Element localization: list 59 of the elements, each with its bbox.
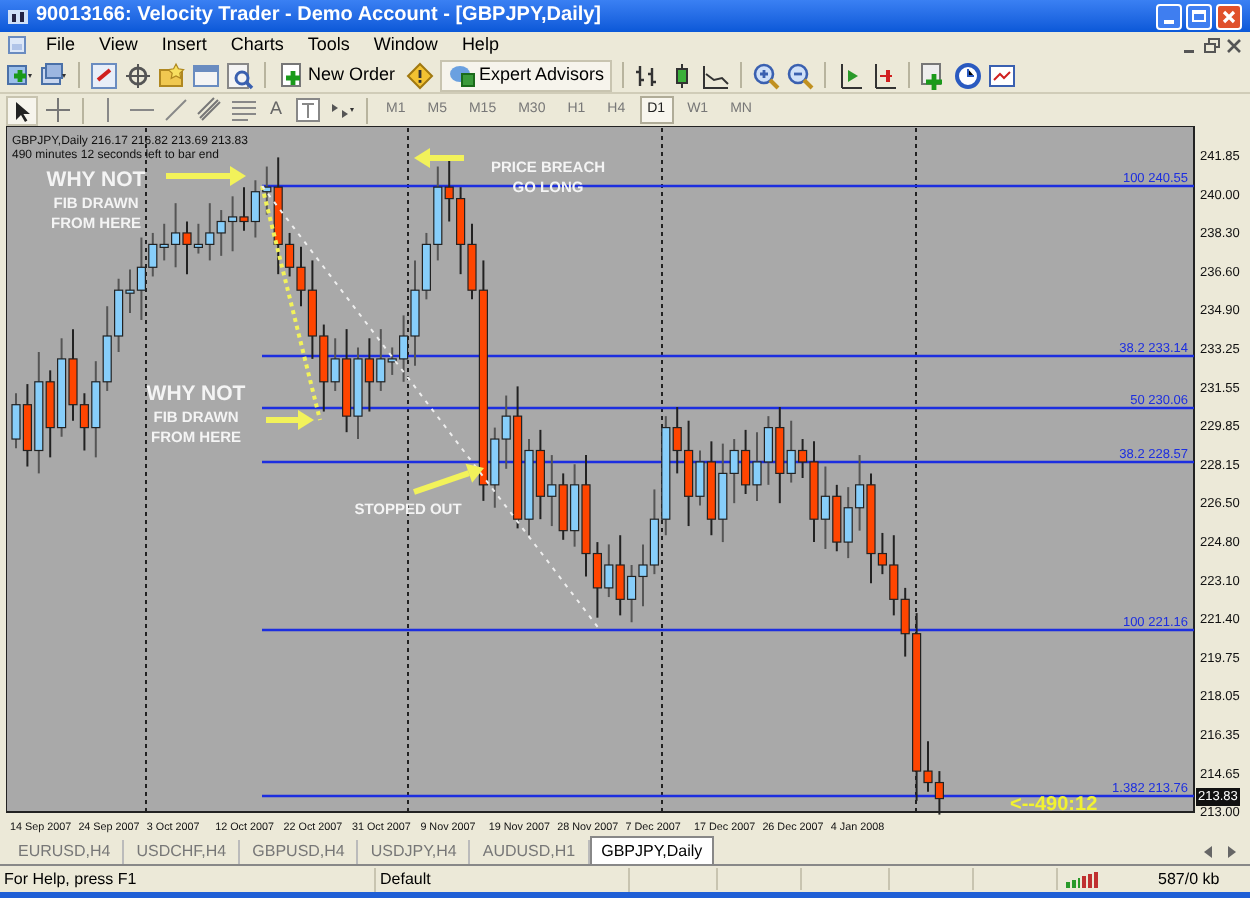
annotation-arrow	[414, 148, 464, 168]
crosshair-icon[interactable]	[44, 96, 72, 124]
trendline-icon[interactable]	[162, 96, 190, 124]
menu-item[interactable]: File	[46, 36, 76, 54]
chart-tab[interactable]: EURUSD,H4	[6, 840, 125, 864]
line-chart-icon[interactable]	[702, 61, 731, 89]
terminal-icon[interactable]	[192, 61, 220, 89]
crosshair-icon[interactable]	[124, 61, 152, 89]
status-text: 587/0 kb	[1158, 867, 1220, 891]
annotation-arrow	[166, 166, 246, 186]
close-icon	[1222, 9, 1236, 23]
menu-item[interactable]: Charts	[230, 36, 284, 54]
annotation-text: WHY NOT	[46, 168, 146, 192]
minimize-button[interactable]	[1156, 3, 1182, 29]
cursor-icon	[13, 99, 31, 121]
folder-star-icon[interactable]	[158, 61, 186, 89]
chart-shift-icon[interactable]	[870, 61, 899, 89]
channel-icon[interactable]	[196, 96, 224, 124]
scroll-right-icon[interactable]	[1226, 846, 1236, 858]
market-watch-icon[interactable]	[90, 61, 118, 89]
menu-item[interactable]: View	[99, 36, 138, 54]
robot-icon	[447, 62, 476, 88]
menu-item[interactable]: Tools	[307, 36, 350, 54]
connection-bars-icon	[1066, 871, 1098, 887]
clock-icon[interactable]	[954, 61, 983, 89]
close-button[interactable]	[1216, 3, 1242, 29]
text-tool[interactable]: A	[264, 96, 288, 124]
chart-tab[interactable]: GBPUSD,H4	[240, 840, 359, 864]
new-order-button[interactable]: New Order	[276, 60, 400, 90]
cursor-button[interactable]	[6, 95, 38, 125]
restore-icon[interactable]	[1204, 37, 1220, 53]
auto-scroll-icon[interactable]	[836, 61, 865, 89]
profiles-icon[interactable]	[40, 61, 68, 89]
tester-icon[interactable]	[226, 61, 254, 89]
menu-item[interactable]: Insert	[161, 36, 207, 54]
close-icon[interactable]	[1226, 37, 1242, 53]
zoom-out-icon[interactable]	[786, 61, 815, 89]
annotation-arrow	[413, 463, 484, 495]
window-title: 90013166: Velocity Trader - Demo Account - [GBPJPY,Daily]	[36, 6, 602, 26]
expert-advisors-button[interactable]: Expert Advisors	[439, 59, 613, 91]
zoom-in-icon[interactable]	[752, 61, 781, 89]
maximize-button[interactable]	[1186, 3, 1212, 29]
new-chart-icon[interactable]	[6, 61, 34, 89]
app-icon	[8, 7, 28, 25]
countdown-text: <--490:12	[1010, 794, 1098, 816]
chart-tab[interactable]: GBPJPY,Daily	[589, 836, 715, 864]
warning-diamond-icon[interactable]	[405, 61, 434, 89]
templates-icon[interactable]	[988, 61, 1017, 89]
fibonacci-icon[interactable]	[230, 96, 258, 124]
menu-item[interactable]: Help	[461, 36, 499, 54]
chart-tab[interactable]: USDJPY,H4	[358, 840, 471, 864]
chart-tab[interactable]: USDCHF,H4	[124, 840, 241, 864]
text-label-icon[interactable]	[294, 96, 322, 124]
menu-item[interactable]: Window	[373, 36, 438, 54]
annotation-text: WHY NOT	[146, 382, 246, 406]
annotation-arrow	[266, 410, 314, 430]
document-plus-icon	[280, 62, 304, 88]
scroll-left-icon[interactable]	[1204, 846, 1214, 858]
chart-window-icon	[8, 36, 26, 54]
